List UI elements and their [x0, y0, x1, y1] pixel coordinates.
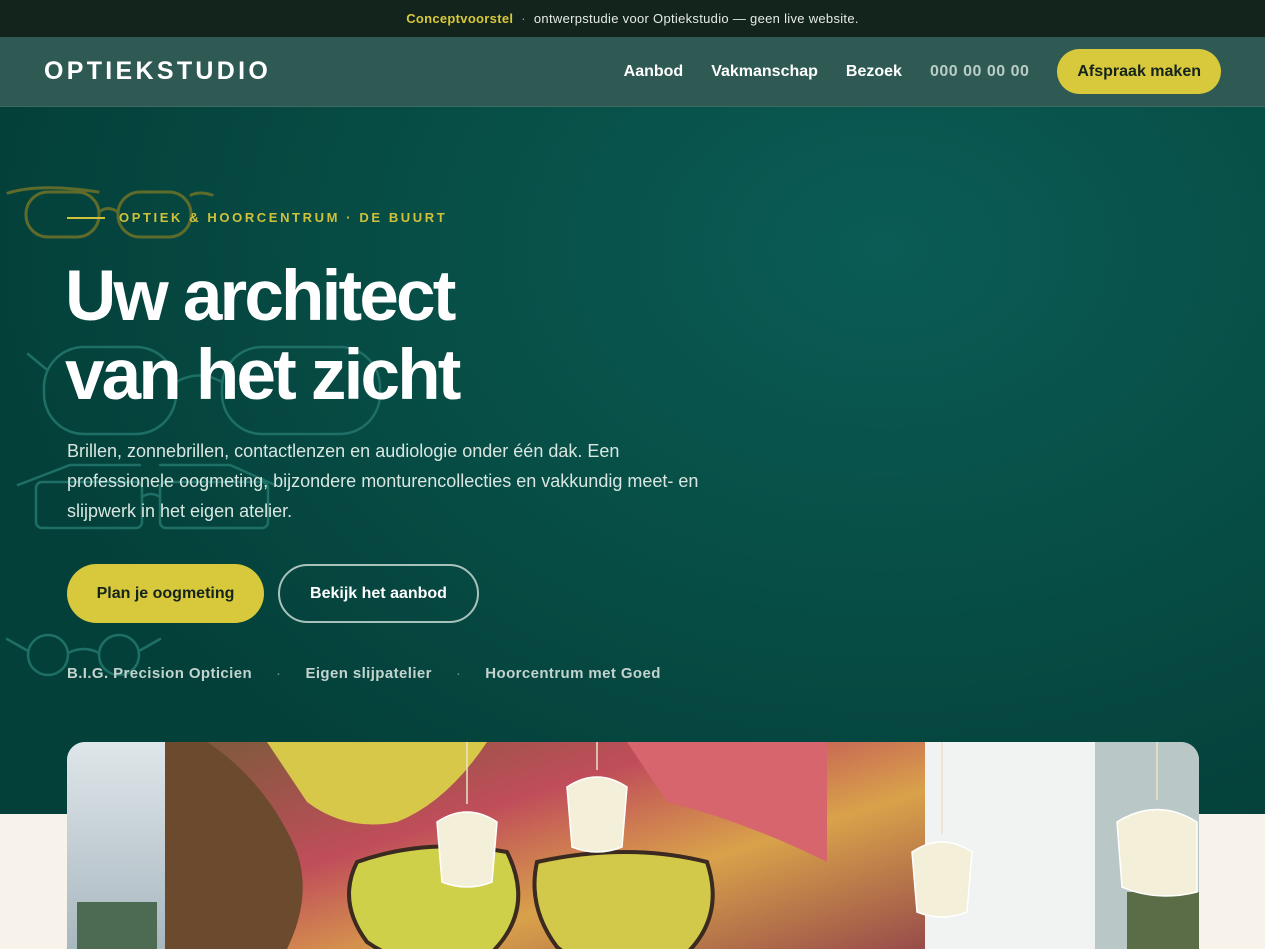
- concept-notice-bar: Conceptvoorstel · ontwerpstudie voor Opt…: [0, 0, 1265, 37]
- shop-interior-photo: [67, 742, 1199, 949]
- concept-tag: Conceptvoorstel: [406, 11, 514, 26]
- hero-section: OPTIEK & HOORCENTRUM · DE BUURT Uw archi…: [0, 107, 1265, 814]
- main-navigation: OPTIEKSTUDIO Aanbod Vakmanschap Bezoek 0…: [0, 37, 1265, 107]
- view-offer-button[interactable]: Bekijk het aanbod: [278, 564, 479, 623]
- nav-links: Aanbod Vakmanschap Bezoek 000 00 00 00 A…: [596, 49, 1221, 94]
- trust-item: Eigen slijpatelier: [305, 665, 432, 682]
- headline-line-2: van het zicht: [65, 336, 461, 415]
- trust-list: B.I.G. Precision Opticien · Eigen slijpa…: [67, 665, 661, 682]
- notice-text: ontwerpstudie voor Optiekstudio — geen l…: [533, 11, 859, 26]
- eyebrow-text: OPTIEK & HOORCENTRUM · DE BUURT: [119, 210, 448, 225]
- trust-separator: ·: [455, 665, 462, 682]
- plan-eye-test-button[interactable]: Plan je oogmeting: [67, 564, 264, 623]
- nav-link-aanbod[interactable]: Aanbod: [624, 63, 684, 81]
- shop-interior-illustration: [67, 742, 1199, 949]
- eyebrow-rule: [67, 216, 105, 219]
- trust-item: B.I.G. Precision Opticien: [67, 665, 253, 682]
- nav-phone-link[interactable]: 000 00 00 00: [930, 63, 1029, 81]
- trust-separator: ·: [276, 665, 282, 682]
- site-logo[interactable]: OPTIEKSTUDIO: [44, 57, 271, 86]
- book-appointment-button[interactable]: Afspraak maken: [1057, 49, 1221, 94]
- nav-link-vakmanschap[interactable]: Vakmanschap: [711, 63, 818, 81]
- notice-separator: ·: [521, 11, 526, 26]
- hero-eyebrow: OPTIEK & HOORCENTRUM · DE BUURT: [67, 210, 447, 225]
- hero-lead-text: Brillen, zonnebrillen, contactlenzen en …: [67, 441, 699, 521]
- headline-line-1: Uw architect: [65, 257, 456, 336]
- hero-headline: Uw architect van het zicht: [65, 257, 461, 415]
- trust-item: Hoorcentrum met Goed: [485, 665, 661, 682]
- nav-link-bezoek[interactable]: Bezoek: [846, 63, 902, 81]
